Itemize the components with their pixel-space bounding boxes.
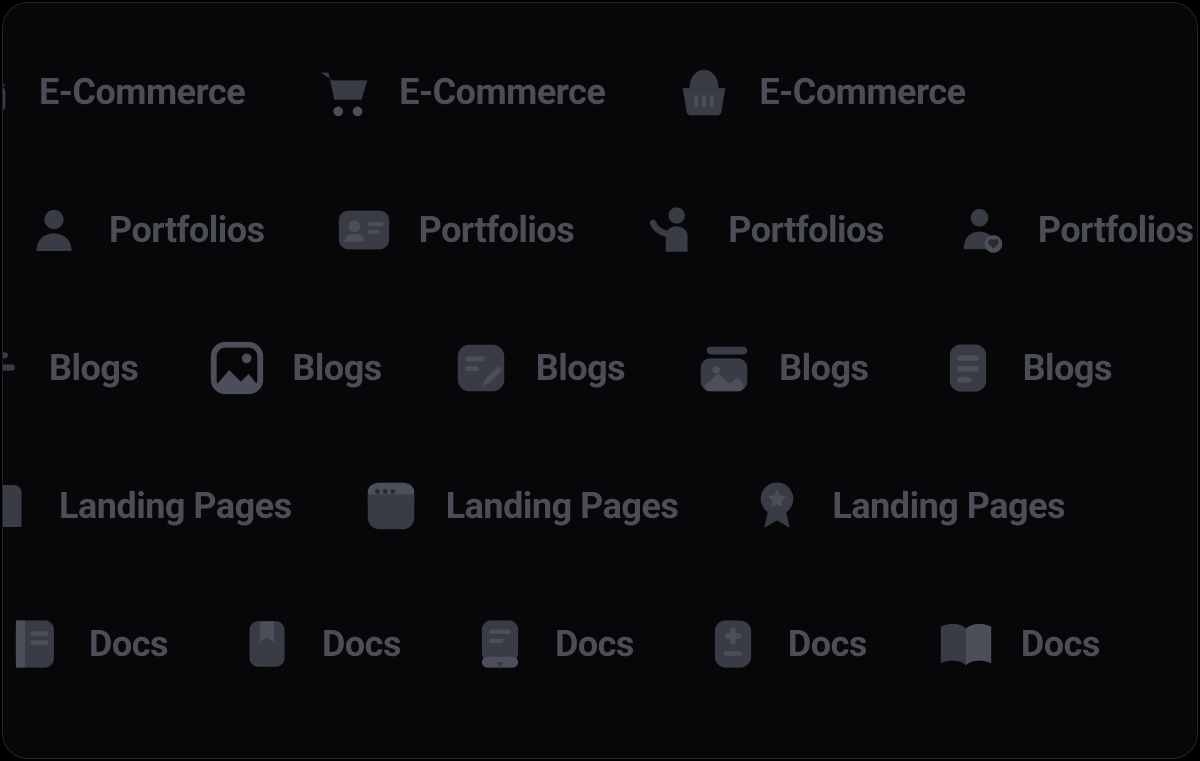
tag-ecommerce-cart[interactable]: E-Commerce	[313, 61, 605, 123]
tag-ecommerce-basket[interactable]: E-Commerce	[2, 61, 245, 123]
tag-portfolios-wave[interactable]: Portfolios	[642, 199, 884, 261]
tag-portfolios-user-heart[interactable]: Portfolios	[952, 199, 1194, 261]
cart-icon	[313, 61, 375, 123]
award-icon	[746, 475, 808, 537]
tag-label: E-Commerce	[399, 71, 605, 113]
tag-label: Portfolios	[728, 209, 884, 251]
tag-label: Docs	[1021, 623, 1100, 665]
book-icon	[469, 613, 531, 675]
shopping-basket-icon	[673, 61, 735, 123]
tag-label: Blogs	[779, 347, 868, 389]
user-heart-icon	[952, 199, 1014, 261]
tag-landing-sheet[interactable]: Landing Pages	[2, 475, 292, 537]
sheet-icon	[2, 475, 35, 537]
tag-portfolios-card[interactable]: Portfolios	[333, 199, 575, 261]
row-ecommerce: E-Commerce E-Commerce	[2, 58, 1197, 126]
id-card-icon	[333, 199, 395, 261]
tag-blogs-images[interactable]: Blogs	[693, 337, 868, 399]
tag-label: Docs	[555, 623, 634, 665]
tag-landing-window[interactable]: Landing Pages	[360, 475, 679, 537]
note-plus-icon	[702, 613, 764, 675]
edit-note-icon	[450, 337, 512, 399]
tag-label: Landing Pages	[59, 485, 292, 527]
lines-icon	[2, 337, 25, 399]
row-blogs: Blogs Blogs	[2, 334, 1197, 402]
tag-blogs-edit[interactable]: Blogs	[450, 337, 625, 399]
bookmark-icon	[236, 613, 298, 675]
tag-label: E-Commerce	[759, 71, 965, 113]
images-icon	[693, 337, 755, 399]
tag-blogs-image[interactable]: Blogs	[206, 337, 381, 399]
image-icon	[206, 337, 268, 399]
tag-label: Blogs	[1023, 347, 1112, 389]
category-showcase-panel: E-Commerce E-Commerce	[2, 2, 1198, 759]
person-wave-icon	[642, 199, 704, 261]
notebook-icon	[3, 613, 65, 675]
tag-label: Blogs	[49, 347, 138, 389]
tag-label: Blogs	[536, 347, 625, 389]
tag-label: Portfolios	[1038, 209, 1194, 251]
tag-docs-note-plus[interactable]: Docs	[702, 613, 867, 675]
tag-label: Blogs	[292, 347, 381, 389]
tag-docs-notebook[interactable]: Docs	[3, 613, 168, 675]
user-icon	[23, 199, 85, 261]
window-icon	[360, 475, 422, 537]
row-docs: Docs Docs	[3, 610, 1197, 678]
tag-label: Docs	[788, 623, 867, 665]
tag-label: E-Commerce	[39, 71, 245, 113]
tag-label: Docs	[89, 623, 168, 665]
open-book-icon	[935, 613, 997, 675]
basket-icon	[2, 61, 15, 123]
tag-label: Landing Pages	[446, 485, 679, 527]
tag-label: Portfolios	[419, 209, 575, 251]
tag-label: Portfolios	[109, 209, 265, 251]
tag-docs-bookmark[interactable]: Docs	[236, 613, 401, 675]
tag-landing-award[interactable]: Landing Pages	[746, 475, 1065, 537]
tag-portfolios-user[interactable]: Portfolios	[23, 199, 265, 261]
tag-label: Docs	[322, 623, 401, 665]
tag-blogs-lines[interactable]: Blogs	[2, 337, 138, 399]
tag-docs-open-book[interactable]: Docs	[935, 613, 1100, 675]
tag-ecommerce-basket2[interactable]: E-Commerce	[673, 61, 965, 123]
tag-docs-book[interactable]: Docs	[469, 613, 634, 675]
marquee-rows: E-Commerce E-Commerce	[3, 58, 1197, 678]
row-portfolios: Portfolios Portfolios	[23, 196, 1197, 264]
tag-label: Landing Pages	[832, 485, 1065, 527]
row-landing: Landing Pages Landing Pages	[2, 472, 1197, 540]
tag-blogs-doc[interactable]: Blogs	[937, 337, 1112, 399]
document-lines-icon	[937, 337, 999, 399]
